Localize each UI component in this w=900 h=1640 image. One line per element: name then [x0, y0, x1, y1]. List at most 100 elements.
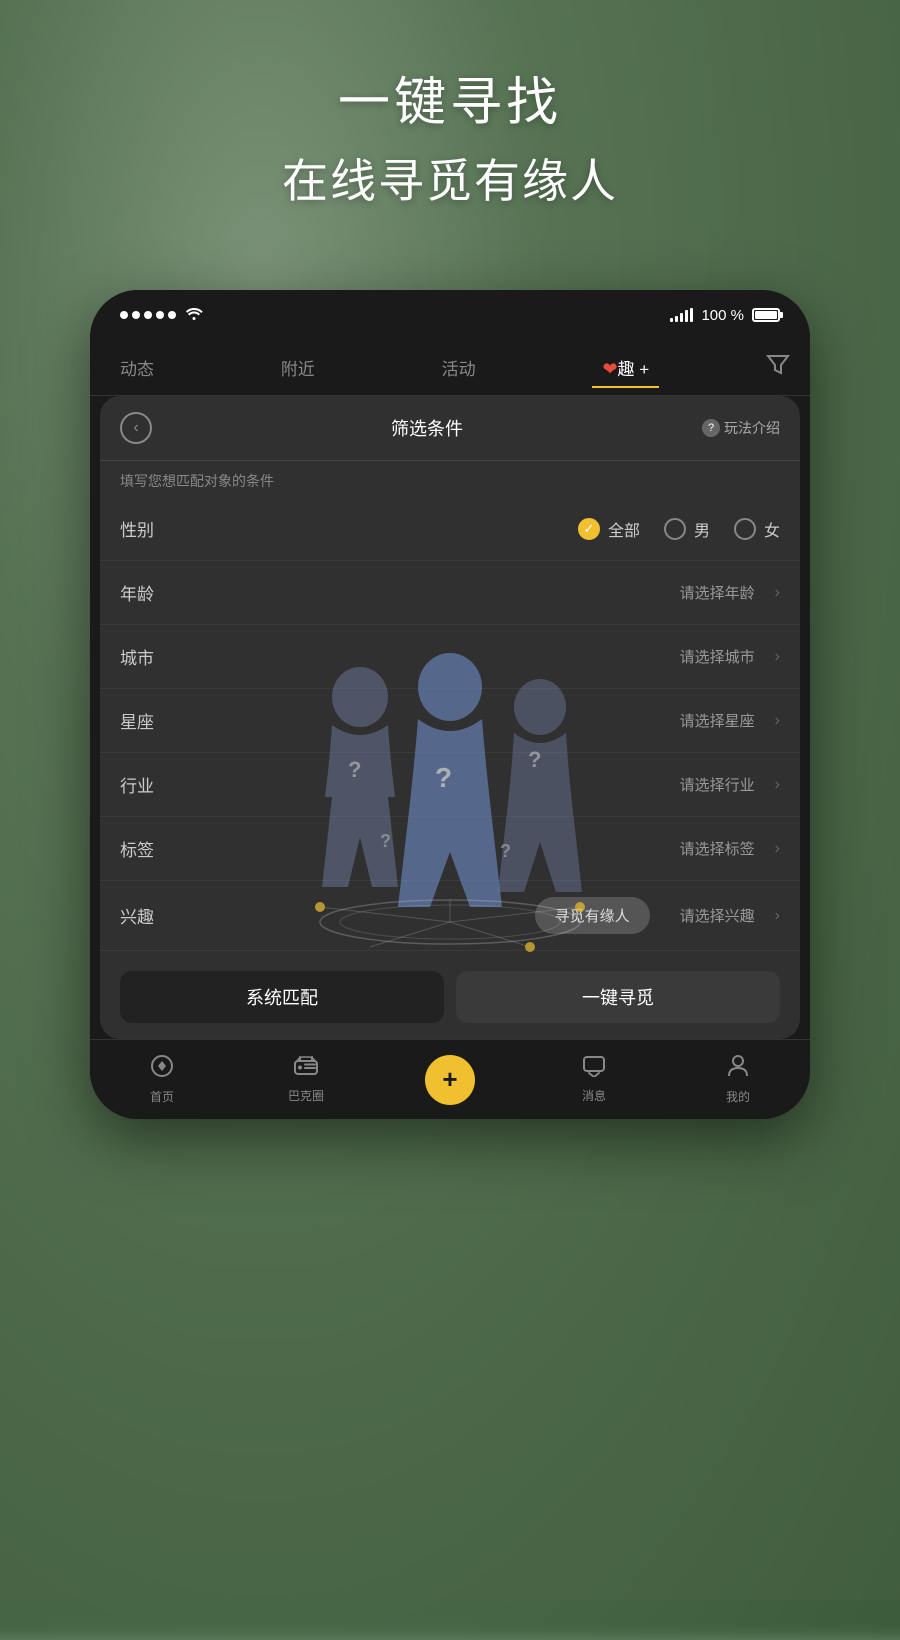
gender-options: ✓ 全部 男 女: [180, 517, 780, 541]
tab-qu-label: 趣 +: [618, 360, 650, 379]
bottom-nav: 首页 巴克圈 +: [90, 1039, 810, 1119]
filter-modal: ‹ 筛选条件 ? 玩法介绍 填写您想匹配对象的条件: [100, 396, 800, 1039]
signal-dot-2: [132, 311, 140, 319]
filter-row-age[interactable]: 年龄 请选择年龄 ›: [100, 561, 800, 625]
industry-placeholder: 请选择行业: [680, 774, 755, 795]
filter-row-industry[interactable]: 行业 请选择行业 ›: [100, 753, 800, 817]
filter-row-city[interactable]: 城市 请选择城市 ›: [100, 625, 800, 689]
nav-mine-label: 我的: [726, 1088, 750, 1105]
interest-tag-label[interactable]: 寻觅有缘人: [535, 897, 650, 934]
interest-placeholder: 请选择兴趣: [680, 905, 755, 926]
modal-header: ‹ 筛选条件 ? 玩法介绍: [100, 396, 800, 461]
status-bar: 100 %: [90, 290, 810, 340]
signal-dot-4: [156, 311, 164, 319]
bar-5: [690, 308, 693, 322]
gender-male[interactable]: 男: [664, 517, 710, 541]
back-chevron-icon: ‹: [133, 419, 138, 437]
headline-line2: 在线寻觅有缘人: [0, 145, 900, 211]
status-right: 100 %: [670, 307, 780, 324]
city-placeholder: 请选择城市: [680, 646, 755, 667]
mine-icon: [727, 1054, 749, 1084]
signal-dot-1: [120, 311, 128, 319]
nav-add[interactable]: +: [378, 1055, 522, 1105]
system-match-button[interactable]: 系统匹配: [120, 971, 444, 1023]
bar-4: [685, 310, 688, 322]
tab-dongtai[interactable]: 动态: [110, 347, 164, 388]
zodiac-content: 请选择星座 ›: [180, 710, 780, 731]
help-label: 玩法介绍: [724, 418, 780, 438]
tab-fujin[interactable]: 附近: [271, 347, 325, 388]
filter-row-interest[interactable]: 兴趣 寻觅有缘人 请选择兴趣 ›: [100, 881, 800, 951]
bar-3: [680, 313, 683, 322]
filter-icon-button[interactable]: [766, 354, 790, 382]
modal-body: ? ? ? ? ?: [100, 497, 800, 1039]
tag-content: 请选择标签 ›: [180, 838, 780, 859]
battery-percent: 100 %: [701, 307, 744, 324]
headline-line1: 一键寻找: [0, 60, 900, 135]
check-mark: ✓: [584, 521, 595, 537]
signal-dot-5: [168, 311, 176, 319]
plus-icon: +: [442, 1064, 457, 1095]
age-placeholder: 请选择年龄: [680, 582, 755, 603]
age-content: 请选择年龄 ›: [180, 582, 780, 603]
filter-row-zodiac[interactable]: 星座 请选择星座 ›: [100, 689, 800, 753]
radio-female[interactable]: [734, 518, 756, 540]
gender-all[interactable]: ✓ 全部: [578, 517, 640, 541]
wifi-icon: [184, 305, 204, 326]
message-icon: [582, 1055, 606, 1083]
gender-female[interactable]: 女: [734, 517, 780, 541]
tag-label: 标签: [120, 836, 180, 861]
filter-row-tag[interactable]: 标签 请选择标签 ›: [100, 817, 800, 881]
interest-content: 寻觅有缘人 请选择兴趣 ›: [180, 897, 780, 934]
city-chevron-icon: ›: [775, 648, 780, 666]
interest-label: 兴趣: [120, 903, 180, 928]
add-center-button[interactable]: +: [425, 1055, 475, 1105]
tab-qu[interactable]: ❤趣 +: [592, 347, 659, 388]
city-content: 请选择城市 ›: [180, 646, 780, 667]
filter-row-gender: 性别 ✓ 全部 男 女: [100, 497, 800, 561]
gender-female-label: 女: [764, 517, 780, 541]
tab-huodong[interactable]: 活动: [432, 347, 486, 388]
interest-chevron-icon: ›: [775, 907, 780, 925]
bottom-buttons: 系统匹配 一键寻觅: [100, 955, 800, 1039]
gender-label: 性别: [120, 516, 180, 541]
one-click-search-button[interactable]: 一键寻觅: [456, 971, 780, 1023]
nav-mine[interactable]: 我的: [666, 1054, 810, 1105]
nav-bakequan[interactable]: 巴克圈: [234, 1055, 378, 1104]
heart-icon: ❤: [602, 359, 617, 379]
signal-strength: [670, 308, 693, 322]
home-icon: [150, 1054, 174, 1084]
age-chevron-icon: ›: [775, 584, 780, 602]
gender-all-label: 全部: [608, 517, 640, 541]
modal-title: 筛选条件: [391, 415, 463, 441]
battery-icon: [752, 308, 780, 322]
bar-2: [675, 316, 678, 322]
tag-chevron-icon: ›: [775, 840, 780, 858]
age-label: 年龄: [120, 580, 180, 605]
signal-dots: [120, 311, 176, 319]
city-label: 城市: [120, 644, 180, 669]
battery-fill: [755, 311, 777, 319]
radio-all[interactable]: ✓: [578, 518, 600, 540]
zodiac-placeholder: 请选择星座: [680, 710, 755, 731]
industry-chevron-icon: ›: [775, 776, 780, 794]
phone-frame: 100 % 动态 附近 活动 ❤趣 + ‹ 筛选条件 ?: [90, 290, 810, 1119]
back-button[interactable]: ‹: [120, 412, 152, 444]
hero-text-area: 一键寻找 在线寻觅有缘人: [0, 60, 900, 211]
nav-home[interactable]: 首页: [90, 1054, 234, 1105]
industry-content: 请选择行业 ›: [180, 774, 780, 795]
nav-message-label: 消息: [582, 1087, 606, 1104]
nav-message[interactable]: 消息: [522, 1055, 666, 1104]
industry-label: 行业: [120, 772, 180, 797]
signal-dot-3: [144, 311, 152, 319]
tag-placeholder: 请选择标签: [680, 838, 755, 859]
status-left: [120, 305, 204, 326]
top-nav: 动态 附近 活动 ❤趣 +: [90, 340, 810, 396]
nav-bakequan-label: 巴克圈: [288, 1087, 324, 1104]
help-link[interactable]: ? 玩法介绍: [702, 418, 780, 438]
gender-male-label: 男: [694, 517, 710, 541]
zodiac-chevron-icon: ›: [775, 712, 780, 730]
help-circle-icon: ?: [702, 419, 720, 437]
radio-male[interactable]: [664, 518, 686, 540]
bakequan-icon: [293, 1055, 319, 1083]
